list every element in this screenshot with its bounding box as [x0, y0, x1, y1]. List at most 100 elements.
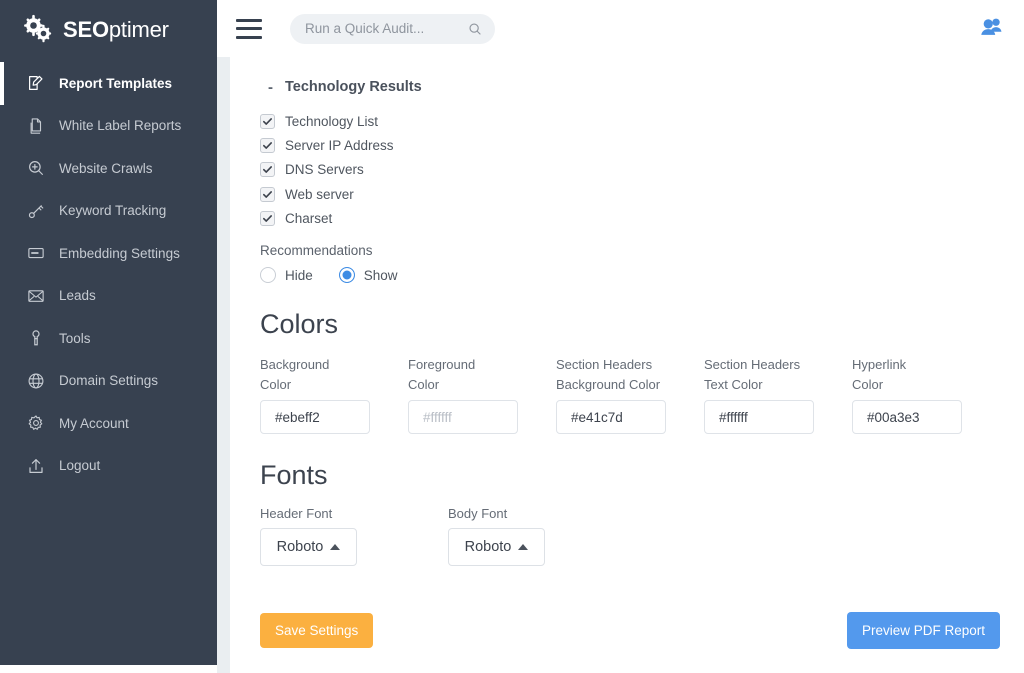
sidebar-item-logout[interactable]: Logout: [0, 445, 217, 488]
font-field-body: Body Font Roboto: [448, 506, 636, 566]
field-label: Section Headers Text Color: [704, 355, 826, 395]
sidebar-nav: Report Templates White Label Reports Web…: [0, 60, 217, 487]
checkbox-server-ip-address[interactable]: [260, 138, 275, 153]
checkbox-dns-servers[interactable]: [260, 162, 275, 177]
sidebar-item-label: Website Crawls: [59, 161, 153, 176]
checkbox-row[interactable]: Charset: [260, 206, 1000, 230]
field-label: Foreground Color: [408, 355, 530, 395]
chevron-up-icon: [518, 544, 528, 550]
sidebar-item-label: Domain Settings: [59, 373, 158, 388]
checkbox-row[interactable]: DNS Servers: [260, 158, 1000, 182]
radio-hide-indicator: [260, 267, 276, 283]
color-field-section-header-bg: Section Headers Background Color #e41c7d: [556, 355, 678, 434]
envelope-icon: [27, 287, 45, 305]
search-placeholder: Run a Quick Audit...: [305, 21, 468, 36]
checkbox-charset[interactable]: [260, 211, 275, 226]
sidebar-item-domain-settings[interactable]: Domain Settings: [0, 360, 217, 403]
checkbox-row[interactable]: Technology List: [260, 109, 1000, 133]
foreground-color-input[interactable]: #ffffff: [408, 400, 518, 434]
fonts-heading: Fonts: [260, 460, 1000, 491]
background-color-input[interactable]: #ebeff2: [260, 400, 370, 434]
hyperlink-color-input[interactable]: #00a3e3: [852, 400, 962, 434]
sidebar-item-label: White Label Reports: [59, 118, 181, 133]
checkbox-row[interactable]: Server IP Address: [260, 133, 1000, 157]
radio-label: Hide: [285, 268, 313, 283]
colors-field-grid: Background Color #ebeff2 Foreground Colo…: [260, 355, 1000, 434]
main-content: - Technology Results Technology List Ser…: [230, 57, 1024, 673]
sidebar-item-embedding-settings[interactable]: Embedding Settings: [0, 232, 217, 275]
checkbox-row[interactable]: Web server: [260, 182, 1000, 206]
sidebar-item-website-crawls[interactable]: Website Crawls: [0, 147, 217, 190]
brand-logo-area[interactable]: SEOptimer: [0, 0, 217, 60]
content-scrollbar-track[interactable]: [217, 57, 230, 673]
technology-checkbox-list: Technology List Server IP Address DNS Se…: [260, 109, 1000, 230]
seoptimer-gears-logo: [22, 14, 54, 46]
field-label: Header Font: [260, 506, 448, 521]
save-settings-button[interactable]: Save Settings: [260, 613, 373, 648]
search-input[interactable]: Run a Quick Audit...: [290, 14, 495, 44]
sidebar-item-label: Report Templates: [59, 76, 172, 91]
sidebar-item-white-label-reports[interactable]: White Label Reports: [0, 105, 217, 148]
font-field-header: Header Font Roboto: [260, 506, 448, 566]
section-title: Technology Results: [285, 79, 422, 95]
sidebar-item-label: Leads: [59, 288, 96, 303]
logout-upload-icon: [27, 457, 45, 475]
header-font-select[interactable]: Roboto: [260, 528, 357, 566]
documents-icon: [27, 117, 45, 135]
sidebar-item-my-account[interactable]: My Account: [0, 402, 217, 445]
section-headers-text-color-input[interactable]: #ffffff: [704, 400, 814, 434]
gear-icon: [27, 414, 45, 432]
field-label: Background Color: [260, 355, 382, 395]
sidebar-item-tools[interactable]: Tools: [0, 317, 217, 360]
sidebar-item-leads[interactable]: Leads: [0, 275, 217, 318]
brand-name: SEOptimer: [63, 17, 169, 43]
header-font-value: Roboto: [277, 539, 324, 555]
wrench-icon: [27, 329, 45, 347]
checkbox-label: Technology List: [285, 114, 378, 129]
search-icon: [468, 22, 482, 36]
field-label: Hyperlink Color: [852, 355, 974, 395]
field-label: Section Headers Background Color: [556, 355, 678, 395]
sidebar-item-label: Embedding Settings: [59, 246, 180, 261]
radio-label: Show: [364, 268, 398, 283]
form-footer: Save Settings Preview PDF Report: [260, 612, 1000, 649]
color-field-section-header-text: Section Headers Text Color #ffffff: [704, 355, 826, 434]
sidebar: SEOptimer Report Templates White Label R…: [0, 0, 217, 665]
topbar: Run a Quick Audit...: [217, 0, 1024, 57]
sidebar-item-keyword-tracking[interactable]: Keyword Tracking: [0, 190, 217, 233]
hamburger-icon[interactable]: [236, 19, 262, 39]
sidebar-item-label: My Account: [59, 416, 129, 431]
embed-window-icon: [27, 244, 45, 262]
sidebar-item-report-templates[interactable]: Report Templates: [0, 62, 217, 105]
body-font-select[interactable]: Roboto: [448, 528, 545, 566]
radio-option-show[interactable]: Show: [339, 267, 398, 283]
fonts-field-grid: Header Font Roboto Body Font Roboto: [260, 506, 1000, 566]
radio-show-indicator: [339, 267, 355, 283]
checkbox-label: Web server: [285, 187, 354, 202]
preview-pdf-report-button[interactable]: Preview PDF Report: [847, 612, 1000, 649]
collapse-toggle-icon[interactable]: -: [268, 80, 273, 95]
checkbox-label: DNS Servers: [285, 162, 364, 177]
checkbox-label: Charset: [285, 211, 332, 226]
sidebar-item-label: Logout: [59, 458, 100, 473]
checkbox-label: Server IP Address: [285, 138, 394, 153]
section-headers-background-color-input[interactable]: #e41c7d: [556, 400, 666, 434]
field-label: Body Font: [448, 506, 636, 521]
technology-results-header: - Technology Results: [268, 79, 1000, 95]
body-font-value: Roboto: [465, 539, 512, 555]
app-root: SEOptimer Report Templates White Label R…: [0, 0, 1024, 673]
checkbox-web-server[interactable]: [260, 187, 275, 202]
sidebar-item-label: Keyword Tracking: [59, 203, 166, 218]
color-field-background: Background Color #ebeff2: [260, 355, 382, 434]
recommendations-radio-group: Hide Show: [260, 267, 1000, 283]
sidebar-item-label: Tools: [59, 331, 91, 346]
color-field-foreground: Foreground Color #ffffff: [408, 355, 530, 434]
edit-square-icon: [27, 74, 45, 92]
colors-heading: Colors: [260, 309, 1000, 340]
chevron-up-icon: [330, 544, 340, 550]
recommendations-label: Recommendations: [260, 243, 1000, 258]
radio-option-hide[interactable]: Hide: [260, 267, 313, 283]
search-plus-icon: [27, 159, 45, 177]
people-icon[interactable]: [978, 16, 1004, 38]
checkbox-technology-list[interactable]: [260, 114, 275, 129]
